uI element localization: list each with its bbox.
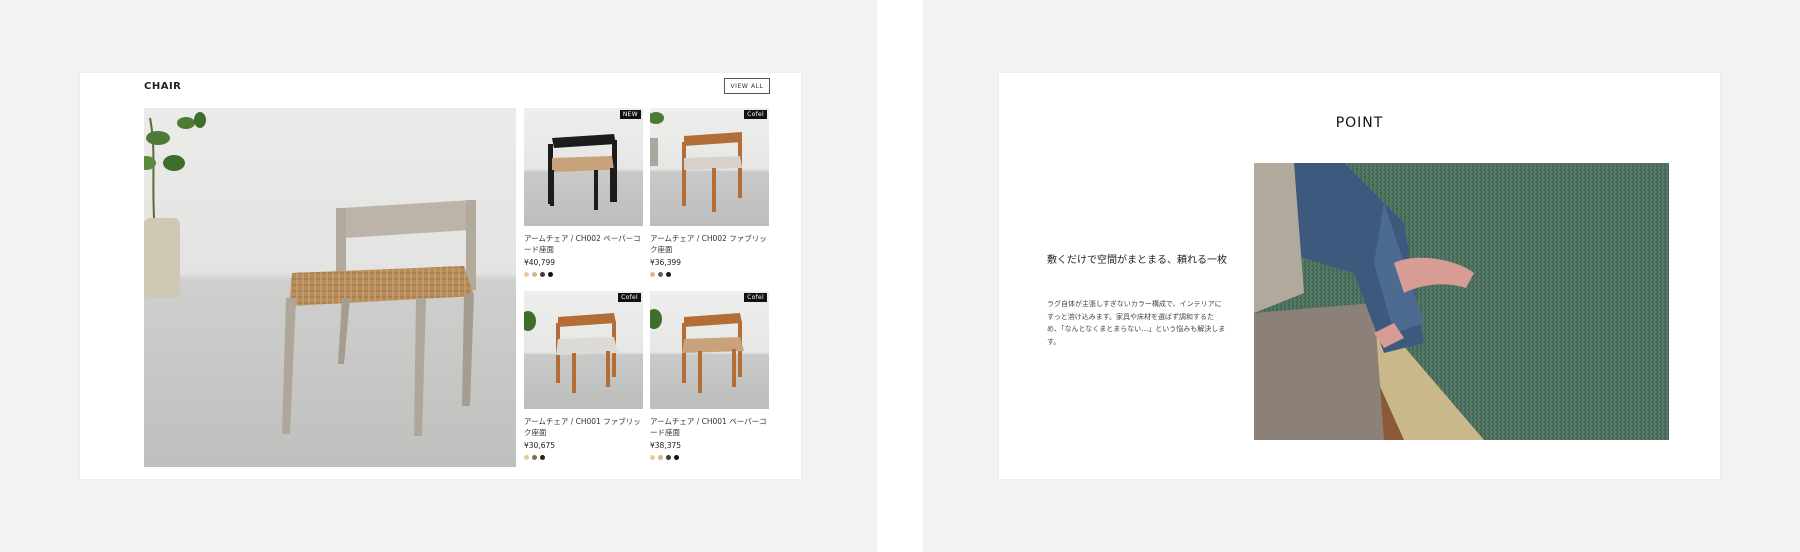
papercord-armchair-illustration	[650, 309, 744, 393]
color-swatches	[524, 455, 643, 460]
point-title: POINT	[1335, 115, 1384, 131]
color-swatch[interactable]	[650, 272, 655, 277]
product-thumbnail: NEW	[524, 108, 643, 226]
product-price: ¥40,799	[524, 258, 556, 267]
product-badge: NEW	[619, 110, 641, 119]
fabric-armchair-illustration	[524, 311, 618, 393]
hero-chair-illustration	[144, 112, 476, 436]
product-badge: Cofel	[744, 110, 767, 119]
product-thumbnail: Cofel	[650, 108, 769, 226]
rug-photo	[1254, 163, 1669, 440]
hero-chair-image[interactable]	[144, 108, 516, 467]
color-swatch[interactable]	[540, 455, 545, 460]
product-card[interactable]: NEW アームチェア / CH002 ペーパーコード座面 ¥40,799	[524, 108, 643, 277]
wood-armchair-illustration	[650, 112, 742, 212]
color-swatch[interactable]	[524, 455, 529, 460]
color-swatch[interactable]	[658, 272, 663, 277]
color-swatch[interactable]	[666, 455, 671, 460]
color-swatch[interactable]	[548, 272, 553, 277]
product-thumbnail: Cofel	[650, 291, 769, 409]
product-name[interactable]: アームチェア / CH001 ペーパーコード座面	[650, 416, 769, 438]
product-price: ¥38,375	[650, 441, 682, 450]
point-card: POINT 敷くだけで空間がまとまる、頼れる一枚 ラグ自体が主張しすぎないカラー…	[999, 73, 1720, 479]
product-badge: Cofel	[618, 293, 641, 302]
product-price: ¥30,675	[524, 441, 556, 450]
color-swatch[interactable]	[532, 272, 537, 277]
product-name[interactable]: アームチェア / CH002 ペーパーコード座面	[524, 233, 643, 255]
color-swatches	[650, 455, 769, 460]
product-card[interactable]: Cofel アームチェア / CH001 ファブリック座面 ¥30,675	[524, 291, 643, 460]
product-name[interactable]: アームチェア / CH002 ファブリック座面	[650, 233, 769, 255]
color-swatch[interactable]	[540, 272, 545, 277]
product-price: ¥36,399	[650, 258, 682, 267]
color-swatch[interactable]	[674, 455, 679, 460]
black-armchair-illustration	[548, 134, 617, 210]
product-thumbnail: Cofel	[524, 291, 643, 409]
color-swatch[interactable]	[650, 455, 655, 460]
category-title: CHAIR	[144, 81, 182, 92]
color-swatch[interactable]	[658, 455, 663, 460]
product-card[interactable]: Cofel アームチェア / CH002 ファブリック座面 ¥36,399	[650, 108, 769, 277]
product-badge: Cofel	[744, 293, 767, 302]
product-card[interactable]: Cofel アームチェア / CH001 ペーパーコード座面 ¥38,375	[650, 291, 769, 460]
color-swatch[interactable]	[524, 272, 529, 277]
rug-scene-illustration	[1254, 163, 1669, 440]
point-heading: 敷くだけで空間がまとまる、頼れる一枚	[1047, 255, 1227, 266]
point-description: ラグ自体が主張しすぎないカラー構成で、インテリアにすっと溶け込みます。家具や床材…	[1047, 300, 1226, 346]
color-swatches	[524, 272, 643, 277]
product-name[interactable]: アームチェア / CH001 ファブリック座面	[524, 416, 643, 438]
color-swatch[interactable]	[532, 455, 537, 460]
color-swatch[interactable]	[666, 272, 671, 277]
panel-divider	[877, 0, 923, 552]
chair-category-card: CHAIR VIEW ALL NEW アームチェア / CH002 ペーパーコー…	[80, 73, 801, 479]
view-all-button[interactable]: VIEW ALL	[724, 78, 770, 94]
color-swatches	[650, 272, 769, 277]
